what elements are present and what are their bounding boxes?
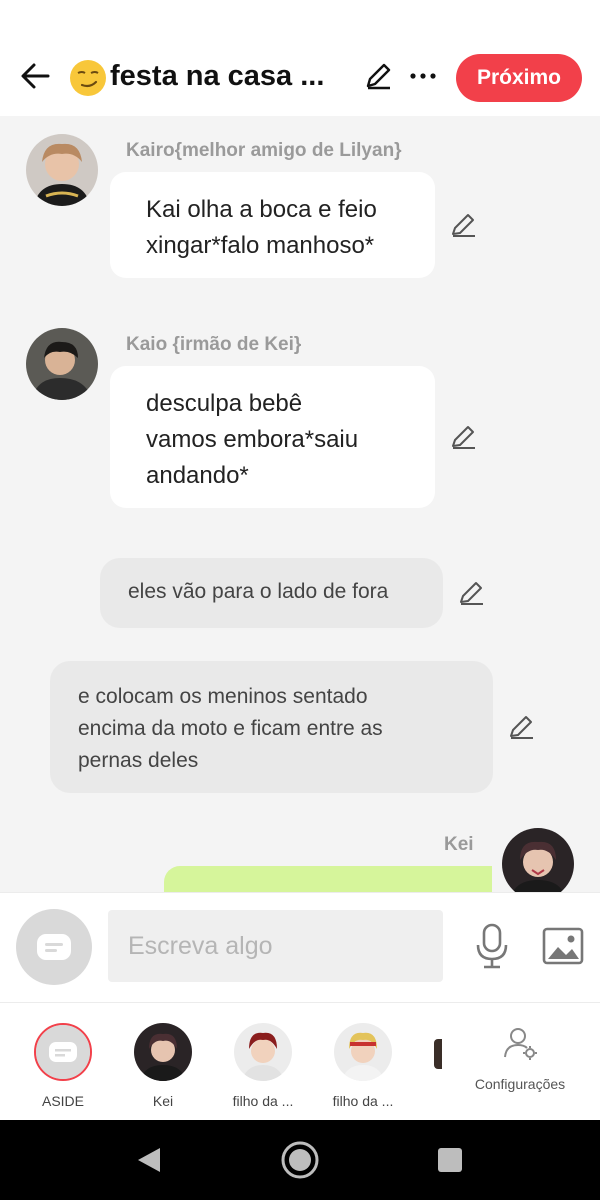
image-icon[interactable]	[542, 927, 584, 965]
message-bubble[interactable]: Kai olha a boca e feio xingar*falo manho…	[110, 172, 435, 278]
avatar-kaio[interactable]	[26, 328, 98, 400]
message-line: desculpa bebê	[146, 390, 303, 417]
nav-back-icon[interactable]	[136, 1146, 162, 1174]
top-bar: festa na casa ... Próximo	[0, 0, 600, 116]
narration-line: encima da moto e ficam entre as	[78, 717, 383, 740]
system-nav-bar	[0, 1120, 600, 1200]
narration-line: e colocam os meninos sentado	[78, 685, 368, 708]
avatar	[134, 1023, 192, 1081]
message-line: xingar*falo manhoso*	[146, 232, 375, 259]
avatar-kei[interactable]	[502, 828, 574, 892]
chat-area[interactable]: Kairo{melhor amigo de Lilyan} Kai olha a…	[0, 116, 600, 892]
input-bar: Escreva algo	[0, 892, 600, 1002]
aside-toggle-button[interactable]	[16, 909, 92, 985]
edit-pencil-icon[interactable]	[448, 422, 478, 452]
chat-bubble-icon	[37, 934, 71, 960]
character-filho-1[interactable]: filho da ...	[218, 1023, 308, 1109]
character-label: ASIDE	[41, 1093, 84, 1109]
character-label: filho da ...	[232, 1093, 294, 1109]
avatar-kairo[interactable]	[26, 134, 98, 206]
character-name: Kairo{melhor amigo de Lilyan}	[126, 140, 402, 161]
message-bubble[interactable]: desculpa bebê vamos embora*saiu andando*	[110, 366, 435, 508]
character-name: Kaio {irmão de Kei}	[126, 334, 302, 355]
narration-line: pernas deles	[78, 749, 199, 772]
settings-button[interactable]: Configurações	[470, 1025, 570, 1092]
edit-pencil-icon[interactable]	[448, 210, 478, 240]
settings-label: Configurações	[474, 1076, 566, 1092]
partial-avatar	[434, 1039, 442, 1069]
character-kei[interactable]: Kei	[118, 1023, 208, 1109]
character-label: Kei	[152, 1093, 174, 1109]
narration-bubble[interactable]: e colocam os meninos sentado encima da m…	[50, 661, 493, 793]
message-line: vamos embora*saiu	[146, 426, 359, 453]
back-arrow-icon[interactable]	[18, 58, 54, 94]
character-name: Kei	[444, 834, 474, 855]
edit-pencil-icon[interactable]	[456, 578, 486, 608]
pencil-icon[interactable]	[362, 60, 394, 92]
edit-pencil-icon[interactable]	[506, 712, 536, 742]
more-icon[interactable]	[408, 64, 438, 88]
message-line: andando*	[146, 462, 249, 489]
aside-avatar	[34, 1023, 92, 1081]
smirk-emoji-icon	[70, 60, 106, 96]
character-aside[interactable]: ASIDE	[18, 1023, 108, 1109]
story-title: festa na casa ...	[110, 60, 325, 92]
message-input[interactable]: Escreva algo	[108, 910, 443, 982]
user-settings-icon	[504, 1028, 537, 1060]
nav-home-icon[interactable]	[280, 1140, 320, 1180]
narration-line: eles vão para o lado de fora	[128, 580, 389, 603]
character-label: filho da ...	[332, 1093, 394, 1109]
narration-bubble[interactable]: eles vão para o lado de fora	[100, 558, 443, 628]
avatar	[334, 1023, 392, 1081]
microphone-icon[interactable]	[474, 923, 510, 969]
message-line: Kai olha a boca e feio	[146, 196, 377, 223]
character-filho-2[interactable]: filho da ...	[318, 1023, 408, 1109]
user-message-bubble[interactable]	[164, 866, 492, 892]
next-button[interactable]: Próximo	[456, 54, 582, 102]
avatar	[234, 1023, 292, 1081]
character-bar: ASIDE Kei filho da ... filho da ... Conf…	[0, 1002, 600, 1120]
nav-recents-icon[interactable]	[438, 1148, 462, 1172]
